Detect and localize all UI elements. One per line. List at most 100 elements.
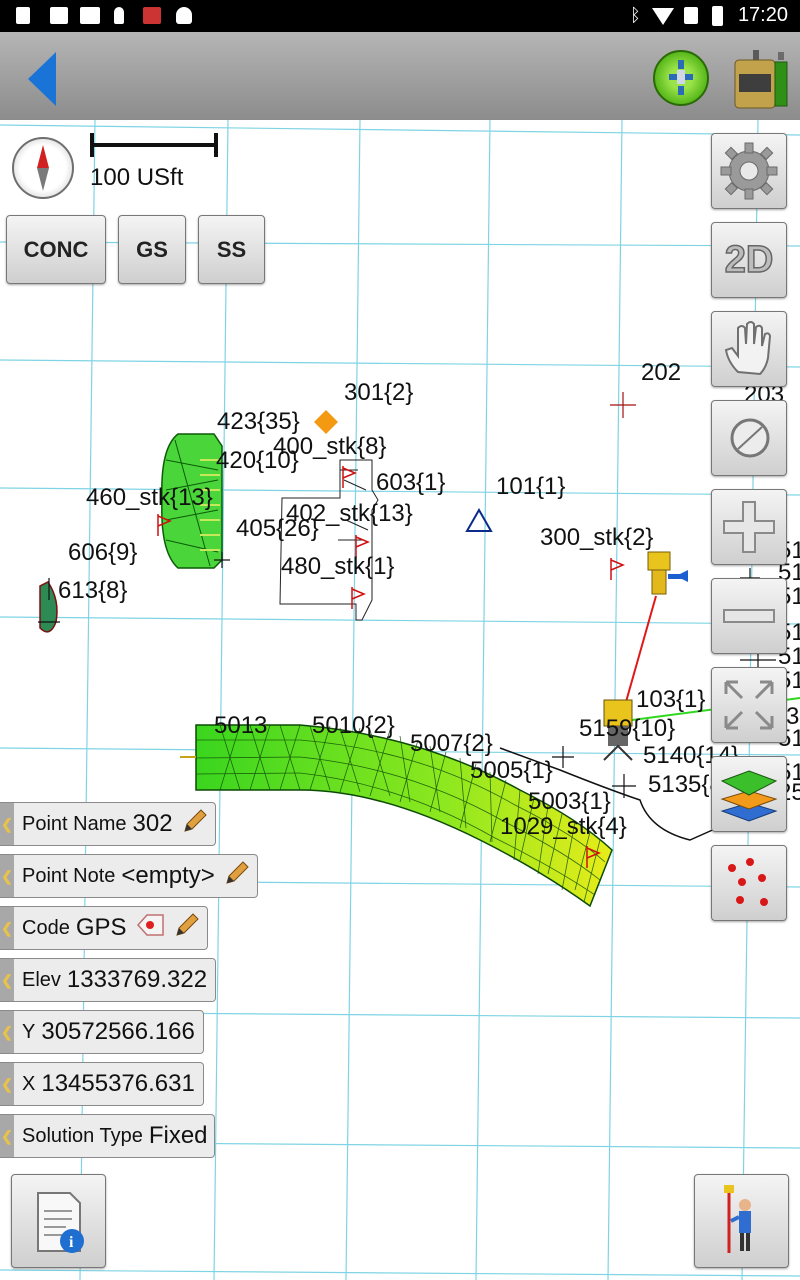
android-icon xyxy=(176,7,192,24)
bluetooth-icon: ᛒ xyxy=(630,5,641,25)
map-label: 103{1} xyxy=(636,686,705,713)
y-coordinate-row[interactable]: ❮ Y 30572566.166 xyxy=(0,1010,204,1054)
point-name-row[interactable]: ❮ Point Name 302 xyxy=(0,802,216,846)
y-label: Y xyxy=(22,1020,36,1043)
map-label: 300_stk{2} xyxy=(540,524,653,551)
gnss-receiver-battery-icon[interactable] xyxy=(731,46,789,110)
point-name-label: Point Name xyxy=(22,812,127,835)
pencil-icon[interactable] xyxy=(173,911,201,945)
map-label: 603{1} xyxy=(376,469,445,496)
map-label: 606{9} xyxy=(68,539,137,566)
y-value: 30572566.166 xyxy=(41,1018,195,1045)
pan-button[interactable] xyxy=(711,311,787,387)
collapse-chevron-icon[interactable]: ❮ xyxy=(0,803,14,845)
collapse-chevron-icon[interactable]: ❮ xyxy=(0,855,14,897)
compass-icon[interactable] xyxy=(12,137,74,199)
layers-icon xyxy=(720,770,778,822)
zoom-out-button[interactable] xyxy=(711,578,787,654)
elevation-row[interactable]: ❮ Elev 1333769.322 xyxy=(0,958,217,1002)
map-label: 423{35} xyxy=(217,408,300,435)
map-label: 405{26} xyxy=(236,515,319,542)
status-bar: ᛒ 17:20 xyxy=(0,0,800,32)
solution-type-label: Solution Type xyxy=(22,1124,143,1147)
minus-icon xyxy=(723,609,775,623)
point-note-value: <empty> xyxy=(121,862,215,889)
code-row[interactable]: ❮ Code GPS xyxy=(0,906,208,950)
zoom-in-button[interactable] xyxy=(711,489,787,565)
map-label: 5159{10} xyxy=(579,715,675,742)
top-toolbar xyxy=(0,32,800,120)
map-label: 613{8} xyxy=(58,577,127,604)
gnss-rover-icon xyxy=(647,551,688,595)
zoom-extents-button[interactable] xyxy=(711,667,787,743)
map-label: 420{10} xyxy=(216,447,299,474)
elevation-value: 1333769.322 xyxy=(66,966,208,993)
satellite-icon[interactable] xyxy=(653,50,709,106)
x-value: 13455376.631 xyxy=(41,1070,195,1097)
map-label: 5013 xyxy=(214,712,267,739)
scale-label: 100 USft xyxy=(90,164,184,191)
code-button-label: SS xyxy=(216,236,247,262)
wifi-icon xyxy=(652,8,674,25)
collapse-chevron-icon[interactable]: ❮ xyxy=(0,959,14,1001)
point-note-label: Point Note xyxy=(22,864,116,887)
pencil-icon[interactable] xyxy=(223,859,251,893)
elevation-label: Elev xyxy=(22,968,61,991)
map-canvas[interactable]: 202 203 301{2} 423{35} 400_stk{8} 420{10… xyxy=(0,120,800,1280)
view-mode-label: 2D xyxy=(724,238,774,282)
point-note-row[interactable]: ❮ Point Note <empty> xyxy=(0,854,258,898)
clock: 17:20 xyxy=(737,4,788,26)
image-icon xyxy=(50,7,68,24)
collapse-chevron-icon[interactable]: ❮ xyxy=(0,907,14,949)
code-label: Code xyxy=(22,916,70,939)
back-arrow-icon[interactable] xyxy=(28,52,56,106)
code-button-conc[interactable]: CONC xyxy=(6,215,106,284)
scale-bar xyxy=(90,143,218,147)
points-icon xyxy=(728,858,768,906)
document-info-icon: i xyxy=(37,1192,84,1253)
point-info-button[interactable]: i xyxy=(11,1174,106,1268)
code-button-label: CONC xyxy=(23,236,89,262)
x-label: X xyxy=(22,1072,36,1095)
app-icon xyxy=(143,7,161,24)
settings-button[interactable] xyxy=(711,133,787,209)
points-button[interactable] xyxy=(711,845,787,921)
battery-icon xyxy=(712,6,723,26)
pencil-icon[interactable] xyxy=(181,807,209,841)
map-label: 1029_stk{4} xyxy=(500,813,627,840)
collapse-chevron-icon[interactable]: ❮ xyxy=(0,1115,14,1157)
fit-extents-icon xyxy=(724,680,774,730)
code-button-gs[interactable]: GS xyxy=(118,215,186,284)
surveyor-rod-icon xyxy=(724,1185,751,1253)
map-label: 101{1} xyxy=(496,473,565,500)
map-label: 202 xyxy=(641,359,681,386)
view-mode-2d-button[interactable]: 2D xyxy=(711,222,787,298)
code-button-label: GS xyxy=(136,236,168,262)
solution-type-row[interactable]: ❮ Solution Type Fixed xyxy=(0,1114,215,1158)
stakeout-button[interactable] xyxy=(694,1174,789,1268)
x-coordinate-row[interactable]: ❮ X 13455376.631 xyxy=(0,1062,204,1106)
control-point-triangle xyxy=(465,507,493,532)
plus-icon xyxy=(723,501,775,553)
map-label: 5007{2} xyxy=(410,730,493,757)
sd-card-icon xyxy=(16,7,30,24)
code-value: GPS xyxy=(75,914,127,941)
map-label: 480_stk{1} xyxy=(281,553,394,580)
collapse-chevron-icon[interactable]: ❮ xyxy=(0,1011,14,1053)
map-label: 301{2} xyxy=(344,379,413,406)
map-label: 460_stk{13} xyxy=(86,484,213,511)
code-tag-icon[interactable] xyxy=(135,910,165,946)
measure-button[interactable] xyxy=(711,400,787,476)
sim-icon xyxy=(684,7,698,24)
collapse-chevron-icon[interactable]: ❮ xyxy=(0,1063,14,1105)
gear-icon xyxy=(720,142,778,200)
point-diamond xyxy=(314,410,338,434)
scale-bar-tick-left xyxy=(90,133,94,157)
code-button-ss[interactable]: SS xyxy=(198,215,265,284)
solution-type-value: Fixed xyxy=(148,1122,208,1149)
hand-icon xyxy=(724,321,772,376)
layers-button[interactable] xyxy=(711,756,787,832)
mail-icon xyxy=(80,7,100,24)
scale-bar-tick-right xyxy=(214,133,218,157)
chess-icon xyxy=(114,7,124,24)
